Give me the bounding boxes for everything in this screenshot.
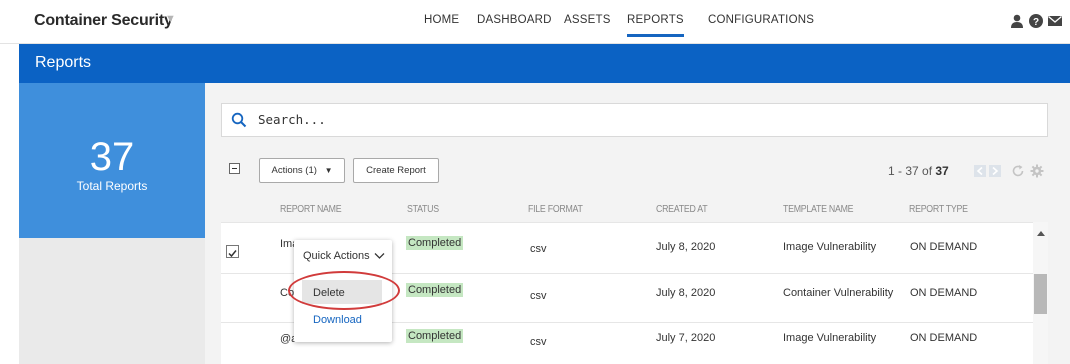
- file-format-cell: csv: [530, 290, 547, 302]
- highlight-annotation-circle: [288, 271, 400, 310]
- file-format-cell: csv: [530, 243, 547, 255]
- pagination-info: 1 - 37 of 37: [888, 164, 949, 178]
- row-checkbox[interactable]: [226, 245, 239, 258]
- select-all-checkbox[interactable]: [229, 163, 240, 174]
- file-format-cell: csv: [530, 336, 547, 348]
- app-switcher-caret-icon[interactable]: ▼: [165, 13, 176, 25]
- column-header-created-at[interactable]: CREATED AT: [656, 204, 708, 215]
- report-type-cell: ON DEMAND: [910, 332, 978, 344]
- column-header-status[interactable]: STATUS: [407, 204, 439, 215]
- search-input[interactable]: [258, 112, 958, 127]
- user-icon[interactable]: [1009, 13, 1025, 29]
- scrollbar-thumb[interactable]: [1034, 274, 1047, 314]
- status-badge: Completed: [406, 329, 464, 343]
- pagination-total: 37: [935, 164, 949, 178]
- checkmark-icon: [228, 250, 237, 258]
- help-icon[interactable]: ?: [1028, 13, 1044, 29]
- created-at-cell: July 7, 2020: [656, 332, 716, 344]
- pagination-range: 1 - 37 of: [888, 164, 936, 178]
- mail-icon[interactable]: [1047, 13, 1063, 29]
- svg-text:?: ?: [1033, 17, 1039, 28]
- actions-label: Actions (1): [271, 165, 317, 176]
- search-icon: [231, 112, 247, 128]
- status-badge: Completed: [406, 236, 464, 250]
- total-reports-count: 37: [89, 135, 135, 179]
- total-reports-card: 37 Total Reports: [19, 83, 205, 238]
- search-bar: [221, 103, 1048, 137]
- page-header: Reports: [19, 44, 1070, 83]
- nav-home[interactable]: HOME: [424, 14, 459, 26]
- page-title: Reports: [35, 54, 92, 71]
- create-report-button[interactable]: Create Report: [353, 158, 439, 183]
- page-nav-icon[interactable]: [974, 164, 1004, 178]
- top-bar: Container Security ▼ HOME DASHBOARD ASSE…: [0, 0, 1070, 44]
- template-name-cell: Image Vulnerability: [783, 332, 877, 344]
- quick-actions-toggle[interactable]: Quick Actions: [303, 250, 370, 262]
- template-name-cell: Image Vulnerability: [783, 241, 877, 253]
- nav-reports[interactable]: REPORTS: [627, 14, 684, 37]
- created-at-cell: July 8, 2020: [656, 241, 716, 253]
- nav-dashboard[interactable]: DASHBOARD: [477, 14, 552, 26]
- nav-configurations[interactable]: CONFIGURATIONS: [708, 14, 814, 26]
- report-type-cell: ON DEMAND: [910, 287, 978, 299]
- column-header-report-name[interactable]: REPORT NAME: [280, 204, 342, 215]
- settings-gear-icon[interactable]: [1030, 164, 1044, 178]
- created-at-cell: July 8, 2020: [656, 287, 716, 299]
- nav-assets[interactable]: ASSETS: [564, 14, 611, 26]
- total-reports-label: Total Reports: [76, 179, 148, 193]
- column-header-report-type[interactable]: REPORT TYPE: [909, 204, 968, 215]
- chevron-down-icon[interactable]: [374, 252, 385, 260]
- status-badge: Completed: [406, 283, 464, 297]
- chevron-down-icon: ▼: [324, 166, 333, 175]
- app-title[interactable]: Container Security: [34, 12, 173, 30]
- template-name-cell: Container Vulnerability: [783, 287, 894, 299]
- report-type-cell: ON DEMAND: [910, 241, 978, 253]
- download-menu-item[interactable]: Download: [313, 314, 362, 326]
- column-header-template-name[interactable]: TEMPLATE NAME: [783, 204, 854, 215]
- actions-dropdown[interactable]: Actions (1) ▼: [259, 158, 345, 183]
- column-header-file-format[interactable]: FILE FORMAT: [528, 204, 583, 215]
- scroll-up-arrow-icon[interactable]: [1037, 231, 1045, 236]
- refresh-icon[interactable]: [1011, 164, 1025, 178]
